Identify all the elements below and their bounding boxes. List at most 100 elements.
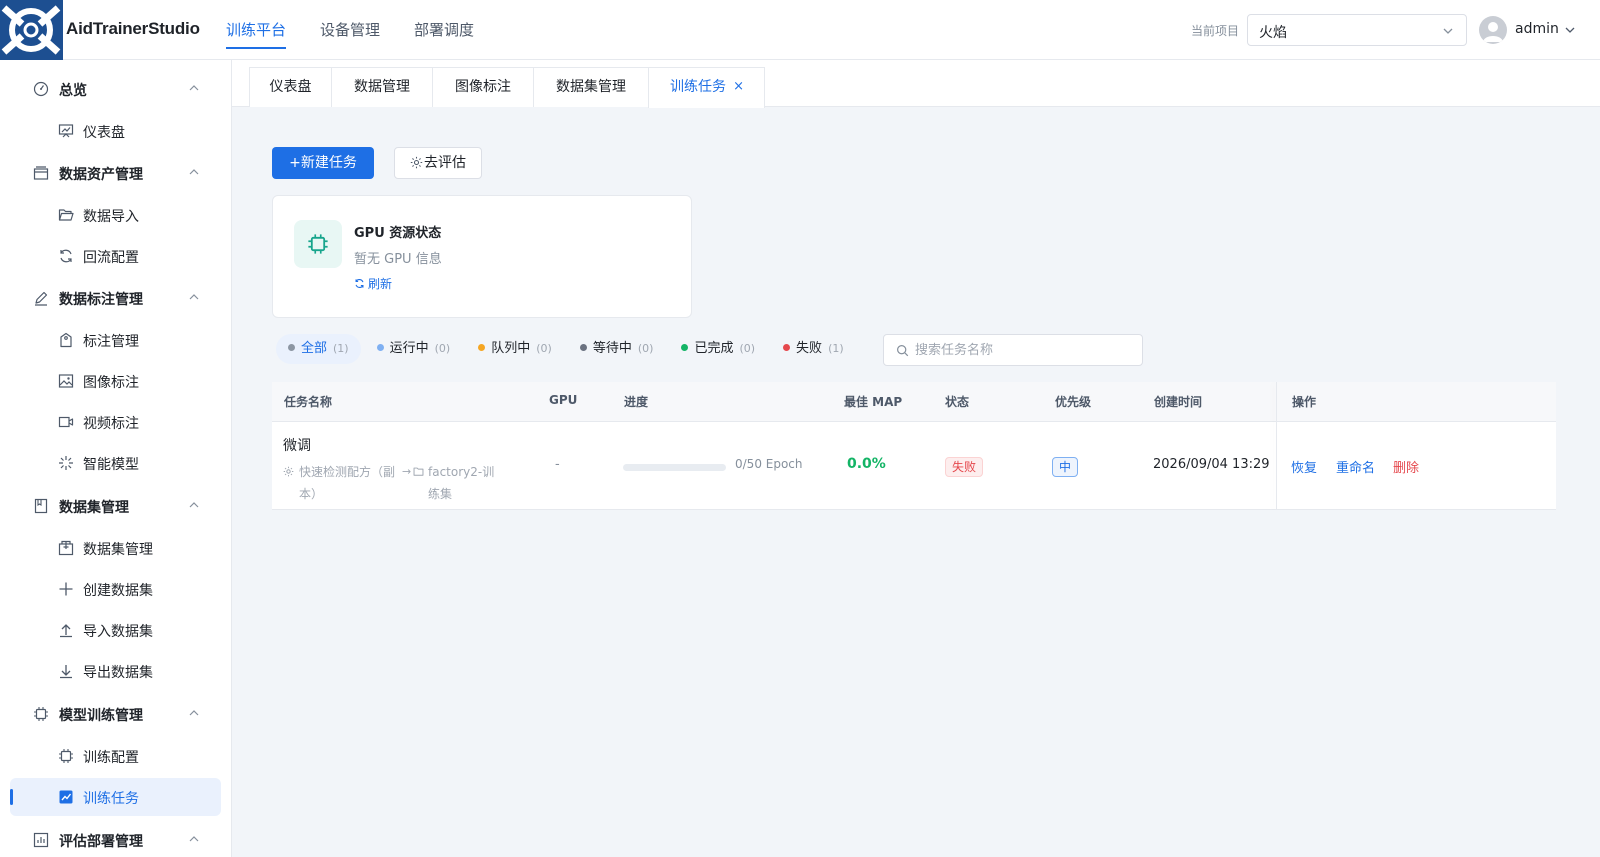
sidebar-group-label: 数据资产管理 (59, 167, 143, 183)
sidebar-group-evaluation-deployment[interactable]: 评估部署管理 (0, 823, 231, 857)
task-name[interactable]: 微调 (283, 435, 311, 455)
sidebar-item-training-config[interactable]: 训练配置 (10, 737, 221, 775)
status-filters: 全部 (1) 运行中 (0) 队列中 (0) 等待中 (0) 已完成 (0) 失败 (1) (276, 334, 860, 364)
sidebar-item-smart-model[interactable]: 智能模型 (10, 444, 221, 482)
current-project-label: 当前项目 (1191, 24, 1240, 38)
tab-dashboard[interactable]: 仪表盘 (249, 67, 332, 107)
delete-button[interactable]: 删除 (1393, 457, 1419, 476)
tab-data-management[interactable]: 数据管理 (331, 67, 433, 107)
filter-all[interactable]: 全部 (1) (276, 334, 361, 364)
sidebar-group-overview[interactable]: 总览 (0, 72, 231, 106)
sidebar-item-create-dataset[interactable]: 创建数据集 (10, 570, 221, 608)
filter-completed[interactable]: 已完成 (0) (669, 334, 767, 364)
presentation-chart-icon (58, 124, 74, 138)
sidebar-item-label: 回流配置 (83, 250, 139, 266)
refresh-icon (60, 249, 72, 263)
sidebar-item-video-annotation[interactable]: 视频标注 (10, 403, 221, 441)
tag-icon (60, 332, 72, 348)
top-nav-device-management[interactable]: 设备管理 (320, 0, 380, 60)
sidebar-item-training-tasks[interactable]: 训练任务 (10, 778, 221, 816)
resume-button[interactable]: 恢复 (1291, 457, 1317, 476)
filter-waiting[interactable]: 等待中 (0) (568, 334, 666, 364)
sidebar-item-reflow-config[interactable]: 回流配置 (10, 237, 221, 275)
training-task-table: 任务名称 GPU 进度 最佳 MAP 状态 优先级 创建时间 操作 微调 快速检… (272, 382, 1556, 510)
chip-icon (308, 234, 328, 254)
evaluate-label: 去评估 (424, 155, 466, 171)
folder-icon (413, 467, 424, 476)
evaluate-button[interactable]: 去评估 (394, 147, 482, 179)
status-dot (376, 344, 384, 351)
filter-count: (1) (333, 342, 349, 355)
status-dot (783, 344, 791, 351)
sidebar-item-label: 智能模型 (83, 457, 139, 473)
sidebar-group-label: 模型训练管理 (59, 708, 143, 724)
gpu-refresh-label: 刷新 (368, 277, 393, 291)
sidebar-item-data-import[interactable]: 数据导入 (10, 196, 221, 234)
sidebar-group-annotation[interactable]: 数据标注管理 (0, 281, 231, 315)
column-header-best-map: 最佳 MAP (844, 395, 903, 409)
new-task-button[interactable]: +新建任务 (272, 147, 374, 179)
task-recipe-label: 快速检测配方（副本） (299, 465, 396, 501)
tab-training-tasks[interactable]: 训练任务 × (648, 67, 765, 108)
gpu-refresh-link[interactable]: 刷新 (354, 275, 392, 292)
sidebar-item-image-annotation[interactable]: 图像标注 (10, 362, 221, 400)
search-input[interactable] (915, 340, 1135, 360)
sidebar-group-data-assets[interactable]: 数据资产管理 (0, 156, 231, 190)
download-icon (60, 665, 72, 679)
sidebar-item-export-dataset[interactable]: 导出数据集 (10, 652, 221, 690)
refresh-icon (355, 279, 364, 288)
page-tabs: 仪表盘 数据管理 图像标注 数据集管理 训练任务 × (232, 60, 1600, 108)
gpu-status-subtitle: 暂无 GPU 信息 (354, 252, 442, 267)
column-header-created-time: 创建时间 (1154, 395, 1203, 409)
sidebar-item-import-dataset[interactable]: 导入数据集 (10, 611, 221, 649)
top-nav-training-platform[interactable]: 训练平台 (226, 0, 287, 60)
sidebar-item-dataset-management[interactable]: 数据集管理 (10, 529, 221, 567)
best-map-value: 0.0% (847, 456, 886, 472)
filter-label: 失败 (796, 341, 823, 356)
project-select[interactable]: 火焰 (1247, 14, 1467, 46)
table-header: 任务名称 GPU 进度 最佳 MAP 状态 优先级 创建时间 操作 (272, 382, 1556, 422)
chevron-up-icon (189, 294, 199, 300)
table-row[interactable]: 微调 快速检测配方（副本） → factory2-训练集 - 0/50 Epoc… (272, 422, 1556, 510)
chevron-up-icon (189, 710, 199, 716)
user-name[interactable]: admin (1515, 21, 1559, 37)
filter-label: 全部 (301, 341, 328, 356)
status-dot (478, 344, 486, 351)
search-icon (897, 345, 909, 357)
chevron-down-icon[interactable] (1564, 25, 1576, 35)
package-icon (58, 540, 74, 556)
app-logo[interactable] (0, 0, 63, 60)
status-badge: 失败 (945, 457, 984, 477)
sidebar-item-label-management[interactable]: 标注管理 (10, 321, 221, 359)
brand-name: AidTrainerStudio (66, 19, 200, 38)
deploy-icon (33, 832, 49, 848)
task-recipe: 快速检测配方（副本） (283, 461, 395, 505)
task-search (883, 334, 1143, 366)
sidebar-group-model-training[interactable]: 模型训练管理 (0, 697, 231, 731)
filter-queued[interactable]: 队列中 (0) (466, 334, 564, 364)
sidebar-group-dataset[interactable]: 数据集管理 (0, 489, 231, 523)
folder-open-icon (58, 209, 74, 221)
sidebar-item-label: 图像标注 (83, 375, 139, 391)
sidebar-item-dashboard[interactable]: 仪表盘 (10, 112, 221, 150)
sidebar-item-label: 数据集管理 (83, 542, 153, 558)
task-gpu: - (555, 457, 560, 472)
gpu-status-title: GPU 资源状态 (354, 226, 442, 241)
column-header-actions: 操作 (1292, 395, 1317, 409)
filter-failed[interactable]: 失败 (1) (771, 334, 856, 364)
priority-badge: 中 (1052, 457, 1079, 477)
progress-text: 0/50 Epoch (735, 457, 803, 471)
top-nav-deployment-scheduling[interactable]: 部署调度 (414, 0, 474, 60)
close-icon[interactable]: × (733, 68, 744, 106)
filter-running[interactable]: 运行中 (0) (365, 334, 463, 364)
chevron-up-icon (189, 502, 199, 508)
status-dot (288, 344, 295, 351)
chip-icon (34, 707, 48, 721)
tab-label: 训练任务 (670, 79, 726, 95)
sidebar-group-label: 数据集管理 (59, 500, 129, 516)
tab-image-annotation[interactable]: 图像标注 (432, 67, 534, 107)
sidebar-item-label: 导出数据集 (83, 665, 153, 681)
tab-dataset-management[interactable]: 数据集管理 (533, 67, 649, 107)
user-avatar[interactable] (1479, 16, 1507, 44)
rename-button[interactable]: 重命名 (1336, 457, 1375, 476)
